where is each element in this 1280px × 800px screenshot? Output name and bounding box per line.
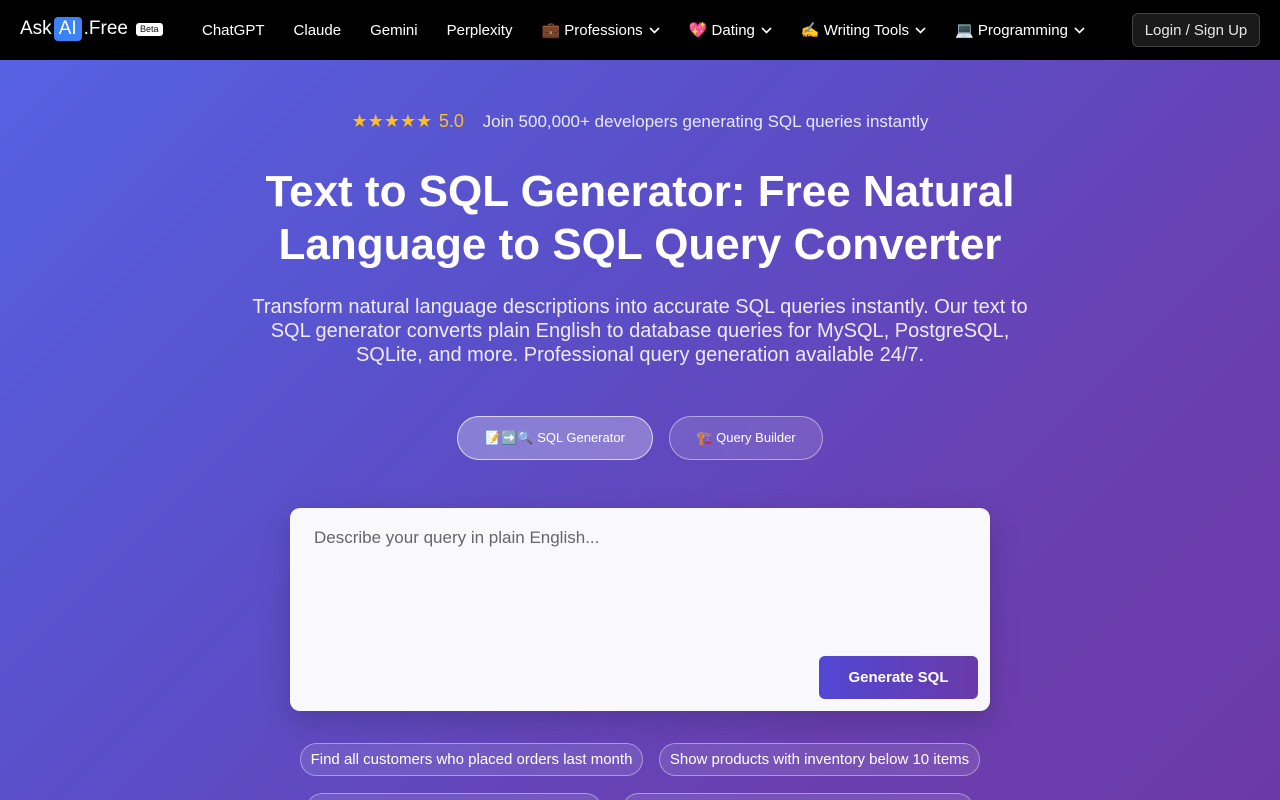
- example-chip[interactable]: Show products with inventory below 10 it…: [659, 743, 980, 776]
- nav-links: ChatGPT Claude Gemini Perplexity 💼 Profe…: [202, 0, 1114, 60]
- logo-suffix: .Free: [83, 18, 128, 39]
- tab-query-builder[interactable]: 🏗️ Query Builder: [669, 416, 823, 460]
- query-description-input[interactable]: [306, 524, 974, 644]
- query-input-card: Generate SQL: [290, 508, 990, 711]
- rating-score: 5.0: [438, 111, 464, 131]
- nav-item-dating[interactable]: 💖 Dating: [689, 21, 772, 39]
- nav-item-claude[interactable]: Claude: [294, 22, 342, 39]
- chevron-down-icon: [1074, 26, 1085, 34]
- page-title: Text to SQL Generator: Free Natural Lang…: [265, 167, 1015, 269]
- page-subtitle: Transform natural language descriptions …: [252, 296, 1028, 366]
- nav-label: 💻 Programming: [955, 22, 1068, 39]
- nav-item-professions[interactable]: 💼 Professions: [541, 21, 660, 39]
- nav-item-perplexity[interactable]: Perplexity: [447, 22, 513, 39]
- nav-label: 💖 Dating: [688, 22, 755, 39]
- tab-sql-generator[interactable]: 📝➡️🔍 SQL Generator: [457, 416, 653, 460]
- social-proof-text: Join 500,000+ developers generating SQL …: [482, 112, 929, 131]
- mode-tabs: 📝➡️🔍 SQL Generator 🏗️ Query Builder: [0, 416, 1280, 460]
- logo-prefix: Ask: [20, 18, 52, 39]
- chevron-down-icon: [649, 26, 660, 34]
- nav-label: ChatGPT: [202, 21, 265, 39]
- example-chip[interactable]: Find all customers who placed orders las…: [300, 743, 643, 776]
- star-rating-icon: ★★★★★: [351, 111, 433, 131]
- beta-badge: Beta: [136, 22, 163, 36]
- nav-item-gemini[interactable]: Gemini: [370, 22, 418, 39]
- nav-label: Gemini: [370, 21, 418, 39]
- chevron-down-icon: [915, 26, 926, 34]
- nav-label: ✍️ Writing Tools: [800, 22, 910, 39]
- nav-label: 💼 Professions: [541, 22, 643, 39]
- nav-item-chatgpt[interactable]: ChatGPT: [202, 22, 265, 39]
- example-chip-partial[interactable]: [306, 793, 602, 800]
- generate-sql-button[interactable]: Generate SQL: [819, 656, 978, 699]
- site-logo[interactable]: Ask AI .Free Beta: [20, 17, 163, 41]
- nav-label: Perplexity: [446, 21, 513, 39]
- rating-bar: ★★★★★ 5.0 Join 500,000+ developers gener…: [0, 111, 1280, 132]
- top-navbar: Ask AI .Free Beta ChatGPT Claude Gemini …: [0, 0, 1280, 60]
- nav-item-programming[interactable]: 💻 Programming: [955, 21, 1085, 39]
- nav-item-writing-tools[interactable]: ✍️ Writing Tools: [801, 21, 926, 39]
- logo-ai-badge: AI: [53, 17, 82, 41]
- login-signup-button[interactable]: Login / Sign Up: [1132, 13, 1260, 47]
- example-chip-partial[interactable]: [622, 793, 974, 800]
- chevron-down-icon: [761, 26, 772, 34]
- nav-label: Claude: [293, 21, 342, 39]
